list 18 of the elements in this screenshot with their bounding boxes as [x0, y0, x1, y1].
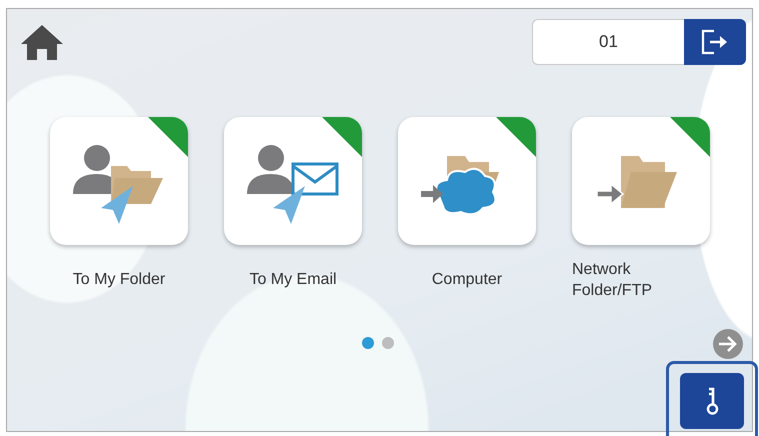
tile-label: Computer: [432, 270, 502, 290]
scan-destination-tile[interactable]: [50, 117, 188, 245]
next-page-icon[interactable]: [713, 329, 743, 359]
key-icon: [704, 386, 720, 416]
tile-label: To My Email: [249, 270, 337, 290]
tile-label: To My Folder: [72, 270, 166, 290]
scan-destination-tile[interactable]: [398, 117, 536, 245]
key-button[interactable]: [680, 373, 744, 429]
user-id-field[interactable]: 01: [532, 19, 684, 65]
corner-triangle-icon: [496, 117, 536, 157]
corner-triangle-icon: [670, 117, 710, 157]
scan-destination-tile[interactable]: [572, 117, 710, 245]
scan-destination-tile[interactable]: [224, 117, 362, 245]
home-icon[interactable]: [19, 23, 65, 61]
corner-triangle-icon: [148, 117, 188, 157]
tile-label: Network Folder/FTP: [572, 260, 652, 301]
logout-button[interactable]: [684, 19, 746, 65]
corner-triangle-icon: [322, 117, 362, 157]
